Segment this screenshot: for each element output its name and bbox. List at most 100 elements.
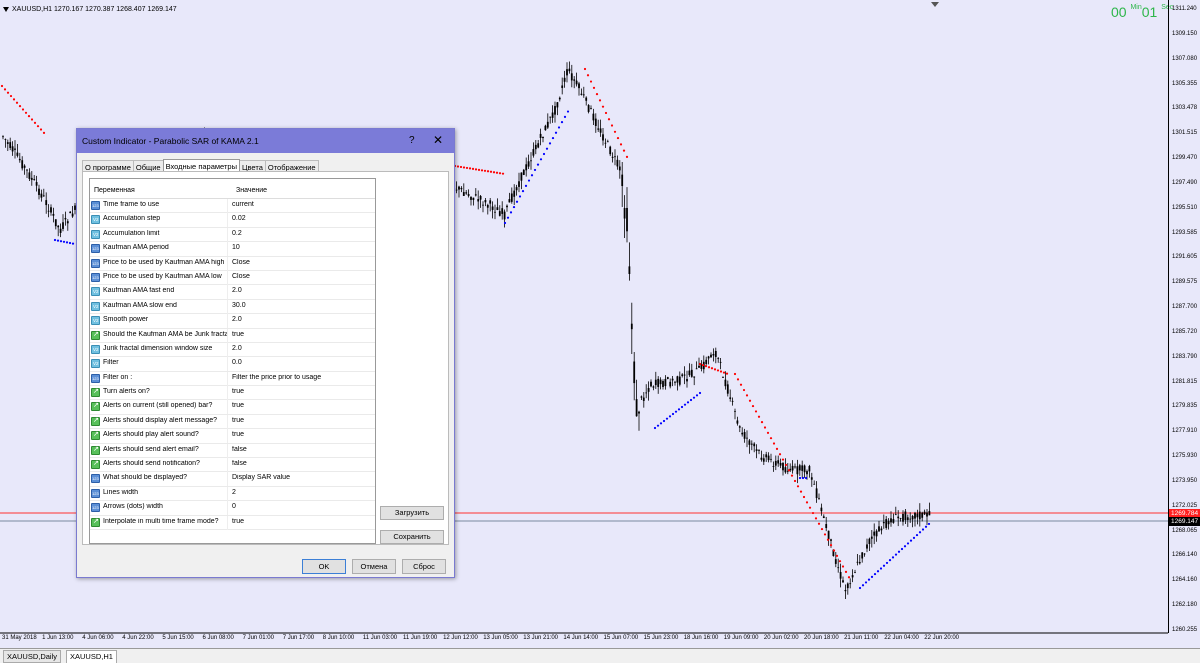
parameter-row[interactable]: Time frame to use current (90, 199, 375, 214)
terminal-window: XAUUSD,H1 1270.167 1270.387 1268.407 126… (0, 0, 1200, 663)
candle-body (602, 134, 604, 141)
parameter-value[interactable]: 30.0 (232, 302, 372, 309)
parameter-value[interactable]: 0.02 (232, 215, 372, 222)
sar-dot-red (823, 533, 827, 536)
sar-dot-red (18, 104, 22, 108)
parameter-name: Filter on : (103, 373, 133, 381)
parameter-row[interactable]: Lines width 2 (90, 486, 375, 502)
close-icon[interactable]: ✕ (433, 133, 443, 147)
parameter-value[interactable]: 0.0 (232, 359, 372, 366)
column-separator (227, 501, 228, 516)
sar-dot-red (847, 576, 851, 579)
parameter-row[interactable]: Filter 0.0 (90, 357, 375, 372)
parameter-value[interactable]: true (232, 402, 372, 409)
parameter-row[interactable]: Accumulation step 0.02 (90, 213, 375, 228)
tab-xauusd-h1[interactable]: XAUUSD,H1 (66, 650, 117, 663)
parameter-value[interactable]: Filter the price prior to usage (232, 374, 372, 381)
time-tick-label: 4 Jun 06:00 (82, 635, 114, 641)
parameter-row[interactable]: Alerts should send notification? false (90, 458, 375, 473)
parameter-value[interactable]: true (232, 388, 372, 395)
candle-body (590, 108, 592, 109)
save-button[interactable]: Сохранить (380, 530, 444, 544)
parameter-value[interactable]: Close (232, 259, 372, 266)
candle-body (609, 146, 612, 155)
parameter-value[interactable]: Close (232, 273, 372, 280)
parameter-row[interactable]: Price to be used by Kaufman AMA high Clos… (90, 256, 375, 271)
candle-body (54, 219, 57, 227)
parameter-value[interactable]: 2.0 (232, 345, 372, 352)
parameter-value[interactable]: 2.0 (232, 287, 372, 294)
candle-body (597, 128, 600, 130)
load-button[interactable]: Загрузить (380, 506, 444, 520)
cancel-button[interactable]: Отмена (352, 559, 396, 574)
candle-body (537, 143, 540, 148)
column-header-name[interactable]: Переменная (94, 187, 135, 194)
sar-dot-blue (551, 136, 555, 140)
parameter-value[interactable]: true (232, 417, 372, 424)
parameter-value[interactable]: Display SAR value (232, 474, 372, 481)
candle-body (746, 437, 748, 439)
parameter-name: Accumulation step (103, 215, 161, 223)
candle-body (489, 200, 492, 204)
parameter-value[interactable]: 10 (232, 244, 372, 251)
dialog-titlebar[interactable]: Custom Indicator - Parabolic SAR of KAMA… (77, 129, 454, 153)
parameter-value[interactable]: true (232, 431, 372, 438)
parameter-value[interactable]: current (232, 201, 372, 208)
time-tick-label: 18 Jun 16:00 (683, 635, 719, 641)
parameter-value[interactable]: 2.0 (232, 316, 372, 323)
help-icon[interactable]: ? (409, 135, 415, 146)
candle-body (760, 457, 763, 460)
parameter-value[interactable]: 0 (232, 503, 372, 510)
parameter-value[interactable]: true (232, 518, 372, 525)
parameter-row[interactable]: Arrows (dots) width 0 (90, 501, 375, 516)
parameter-row[interactable]: Interpolate in multi time frame mode? tru… (90, 515, 375, 530)
candle-body (530, 160, 532, 162)
parameter-value[interactable]: false (232, 446, 372, 453)
parameter-row[interactable]: Filter on : Filter the price prior to usa… (90, 371, 375, 387)
parameter-name: What should be displayed? (103, 474, 188, 482)
price-axis[interactable] (1168, 0, 1200, 633)
parameter-row[interactable]: What should be displayed? Display SAR val… (90, 472, 375, 487)
ok-button[interactable]: OK (302, 559, 346, 574)
parameter-value[interactable]: 0.2 (232, 230, 372, 237)
parameter-row[interactable]: Turn alerts on? true (90, 386, 375, 401)
parameter-value[interactable]: 2 (232, 489, 372, 496)
parameter-row[interactable]: Alerts on current (still opened) bar? tru… (90, 400, 375, 415)
sar-dot-blue (542, 152, 546, 156)
parameter-row[interactable]: Smooth power 2.0 (90, 314, 375, 329)
candle-body (796, 466, 799, 475)
parameter-row[interactable]: Should the Kaufman AMA be Jurik fracta..… (90, 328, 375, 343)
sar-dot-red (787, 469, 791, 472)
dropdown-arrow-icon[interactable] (3, 6, 9, 12)
candle-body (52, 213, 55, 216)
candle-body (585, 97, 588, 101)
sar-dot-red (486, 170, 490, 173)
sar-dot-red (583, 67, 587, 71)
parameter-row[interactable]: Alerts should display alert message? true (90, 414, 375, 430)
sar-dot-red (817, 522, 821, 525)
price-tick-label: 1279.835 (1172, 403, 1198, 410)
reset-button[interactable]: Сброс (402, 559, 446, 574)
sar-dot-red (811, 511, 815, 515)
parameter-row[interactable]: Accumulation limit 0.2 (90, 227, 375, 243)
chart-shift-marker-icon[interactable] (931, 2, 939, 7)
parameter-row[interactable]: Kaufman AMA slow end 30.0 (90, 299, 375, 315)
candle-body (510, 193, 513, 202)
parameter-row[interactable]: Kaufman AMA fast end 2.0 (90, 285, 375, 300)
candle-body (868, 538, 871, 545)
candle-body (755, 449, 758, 451)
tab-xauusd-daily[interactable]: XAUUSD,Daily (3, 650, 62, 663)
sar-dot-red (459, 165, 463, 169)
parameter-row[interactable]: Alerts should send alert email? false (90, 443, 375, 459)
boolean-type-icon (91, 459, 100, 470)
column-header-value[interactable]: Значение (236, 187, 267, 194)
parameter-row[interactable]: Jurik fractal dimension window size 2.0 (90, 342, 375, 358)
parameter-row[interactable]: Kaufman AMA period 10 (90, 242, 375, 257)
parameter-value[interactable]: true (232, 331, 372, 338)
column-separator (227, 429, 228, 444)
candle-body (563, 77, 566, 82)
sar-dot-red (754, 410, 758, 413)
parameter-row[interactable]: Alerts should play alert sound? true (90, 429, 375, 444)
parameter-row[interactable]: Price to be used by Kaufman AMA low Close (90, 270, 375, 286)
parameter-value[interactable]: false (232, 460, 372, 467)
